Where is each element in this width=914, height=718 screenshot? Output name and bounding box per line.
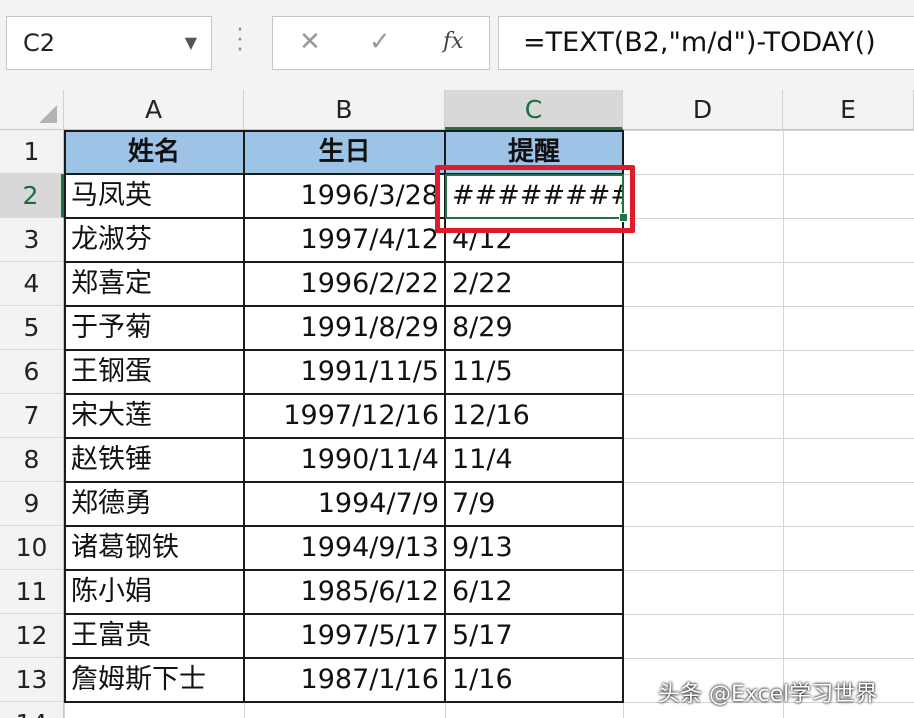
reminder-cell[interactable]: 6/12 xyxy=(445,570,623,614)
table-border xyxy=(64,613,624,615)
table-border xyxy=(64,393,624,395)
enter-icon[interactable]: ✓ xyxy=(369,27,391,57)
formula-input[interactable]: =TEXT(B2,"m/d")-TODAY() xyxy=(498,16,914,70)
birthday-cell[interactable]: 1991/11/5 xyxy=(244,350,445,394)
gridline xyxy=(783,90,784,718)
name-cell[interactable]: 于予菊 xyxy=(64,306,244,350)
row-header-10[interactable]: 10 xyxy=(0,526,64,570)
reminder-cell[interactable]: 5/17 xyxy=(445,614,623,658)
table-border xyxy=(64,130,66,702)
birthday-cell[interactable]: 1990/11/4 xyxy=(244,438,445,482)
birthday-cell[interactable]: 1997/5/17 xyxy=(244,614,445,658)
column-header-a[interactable]: A xyxy=(64,90,244,130)
highlight-box xyxy=(435,165,635,233)
row-header-4[interactable]: 4 xyxy=(0,262,64,306)
table-border xyxy=(64,437,624,439)
birthday-cell[interactable]: 1997/12/16 xyxy=(244,394,445,438)
select-all-button[interactable] xyxy=(0,90,64,130)
table-border xyxy=(64,657,624,659)
birthday-cell[interactable]: 1987/1/16 xyxy=(244,658,445,702)
name-box-value: C2 xyxy=(23,29,56,57)
name-cell[interactable]: 诸葛钢铁 xyxy=(64,526,244,570)
column-header-b[interactable]: B xyxy=(244,90,445,130)
select-all-icon xyxy=(39,105,57,123)
formula-bar: C2 ▼ · · · ✕ ✓ fx =TEXT(B2,"m/d")-TODAY() xyxy=(0,0,914,90)
birthday-cell[interactable]: 1997/4/12 xyxy=(244,218,445,262)
name-box[interactable]: C2 ▼ xyxy=(6,16,212,70)
row-header-6[interactable]: 6 xyxy=(0,350,64,394)
row-header-11[interactable]: 11 xyxy=(0,570,64,614)
table-border xyxy=(64,305,624,307)
name-cell[interactable]: 郑德勇 xyxy=(64,482,244,526)
birthday-cell[interactable]: 1985/6/12 xyxy=(244,570,445,614)
table-border xyxy=(243,130,245,702)
table-border xyxy=(64,525,624,527)
row-header-5[interactable]: 5 xyxy=(0,306,64,350)
name-cell[interactable]: 马凤英 xyxy=(64,174,244,218)
row-header-1[interactable]: 1 xyxy=(0,130,64,174)
row-header-14[interactable]: 14 xyxy=(0,702,64,718)
reminder-cell[interactable]: 11/4 xyxy=(445,438,623,482)
formula-text: =TEXT(B2,"m/d")-TODAY() xyxy=(523,27,876,58)
table-border xyxy=(64,481,624,483)
birthday-cell[interactable]: 1996/3/28 xyxy=(244,174,445,218)
table-border xyxy=(64,261,624,263)
name-cell[interactable]: 龙淑芬 xyxy=(64,218,244,262)
column-header-c[interactable]: C xyxy=(445,90,623,130)
reminder-cell[interactable]: 12/16 xyxy=(445,394,623,438)
name-cell[interactable]: 宋大莲 xyxy=(64,394,244,438)
row-header-8[interactable]: 8 xyxy=(0,438,64,482)
table-header-cell[interactable]: 生日 xyxy=(244,130,445,174)
formula-buttons: ✕ ✓ fx xyxy=(272,16,490,70)
reminder-cell[interactable]: 7/9 xyxy=(445,482,623,526)
table-border xyxy=(64,349,624,351)
reminder-cell[interactable]: 9/13 xyxy=(445,526,623,570)
row-header-7[interactable]: 7 xyxy=(0,394,64,438)
spreadsheet-grid[interactable]: ABCDE1234567891011121314姓名生日提醒马凤英1996/3/… xyxy=(0,90,914,718)
column-header-e[interactable]: E xyxy=(783,90,914,130)
table-border xyxy=(64,130,624,132)
name-cell[interactable]: 郑喜定 xyxy=(64,262,244,306)
name-cell[interactable]: 詹姆斯下士 xyxy=(64,658,244,702)
table-border xyxy=(64,569,624,571)
table-border xyxy=(64,701,624,703)
reminder-cell[interactable]: 1/16 xyxy=(445,658,623,702)
name-cell[interactable]: 王富贵 xyxy=(64,614,244,658)
name-cell[interactable]: 赵铁锤 xyxy=(64,438,244,482)
insert-function-icon[interactable]: fx xyxy=(443,29,464,54)
reminder-cell[interactable]: 11/5 xyxy=(445,350,623,394)
cancel-icon[interactable]: ✕ xyxy=(299,27,321,57)
birthday-cell[interactable]: 1994/7/9 xyxy=(244,482,445,526)
name-cell[interactable]: 陈小娟 xyxy=(64,570,244,614)
row-header-3[interactable]: 3 xyxy=(0,218,64,262)
chevron-down-icon[interactable]: ▼ xyxy=(185,33,197,52)
watermark-text: 头条 @Excel学习世界 xyxy=(658,682,878,707)
reminder-cell[interactable]: 2/22 xyxy=(445,262,623,306)
name-cell[interactable]: 王钢蛋 xyxy=(64,350,244,394)
table-header-cell[interactable]: 姓名 xyxy=(64,130,244,174)
birthday-cell[interactable]: 1991/8/29 xyxy=(244,306,445,350)
drag-handle-icon[interactable]: · · · xyxy=(234,20,246,62)
row-header-2[interactable]: 2 xyxy=(0,174,64,218)
reminder-cell[interactable]: 8/29 xyxy=(445,306,623,350)
row-header-13[interactable]: 13 xyxy=(0,658,64,702)
birthday-cell[interactable]: 1996/2/22 xyxy=(244,262,445,306)
birthday-cell[interactable]: 1994/9/13 xyxy=(244,526,445,570)
row-header-12[interactable]: 12 xyxy=(0,614,64,658)
column-header-d[interactable]: D xyxy=(623,90,783,130)
row-header-9[interactable]: 9 xyxy=(0,482,64,526)
